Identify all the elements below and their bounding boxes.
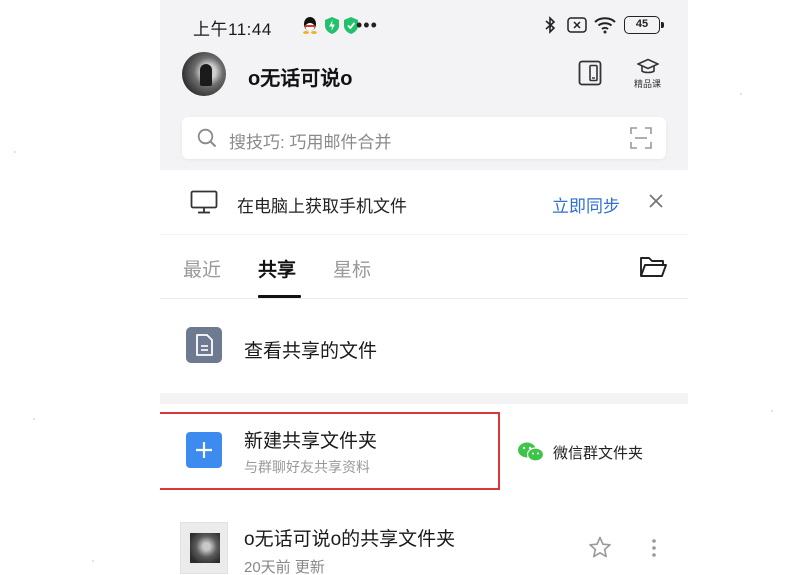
avatar[interactable] <box>182 52 226 96</box>
background-dot <box>740 93 742 95</box>
courses-button[interactable]: 精品课 <box>634 58 661 90</box>
tab-shared[interactable]: 共享 <box>258 255 296 282</box>
sync-banner-text: 在电脑上获取手机文件 <box>237 197 407 216</box>
folder-updated-time: 20天前 更新 <box>244 559 325 575</box>
battery-indicator: 45 <box>624 16 664 34</box>
monitor-icon <box>190 190 218 214</box>
status-bar: 上午11:44 ••• 45 <box>160 0 688 50</box>
tabs-card: 最近 共享 星标 查看共享的文件 <box>160 235 688 393</box>
no-sim-icon <box>567 16 587 34</box>
tablet-mode-button[interactable] <box>578 60 602 86</box>
tab-recent[interactable]: 最近 <box>183 255 221 282</box>
view-shared-files-row[interactable]: 查看共享的文件 <box>160 299 688 393</box>
sync-now-link[interactable]: 立即同步 <box>552 192 620 217</box>
plus-icon[interactable] <box>186 432 222 468</box>
background-dot <box>14 151 16 153</box>
courses-label: 精品课 <box>634 79 662 89</box>
search-icon <box>197 128 217 148</box>
username[interactable]: o无话可说o <box>248 62 352 91</box>
graduation-cap-icon <box>636 58 659 74</box>
folder-name: o无话可说o的共享文件夹 <box>244 529 456 550</box>
background-dot <box>92 560 94 562</box>
search-bar[interactable]: 搜技巧: 巧用邮件合并 <box>182 117 666 159</box>
shield-icon <box>325 16 339 34</box>
star-icon[interactable] <box>588 536 612 559</box>
wifi-icon <box>594 16 616 34</box>
tab-starred[interactable]: 星标 <box>333 255 371 282</box>
view-shared-files-label: 查看共享的文件 <box>244 341 378 362</box>
bluetooth-icon <box>544 16 556 34</box>
sync-banner: 在电脑上获取手机文件 立即同步 <box>160 170 688 234</box>
scan-icon[interactable] <box>630 127 652 149</box>
folder-open-icon[interactable] <box>639 255 667 279</box>
new-shared-folder-title[interactable]: 新建共享文件夹 <box>244 426 377 453</box>
qq-icon <box>302 16 318 34</box>
search-input[interactable]: 搜技巧: 巧用邮件合并 <box>229 128 391 153</box>
background-dot <box>771 410 773 412</box>
new-shared-folder-subtitle: 与群聊好友共享资料 <box>244 459 370 475</box>
background-dot <box>33 418 35 420</box>
wechat-group-folder-label[interactable]: 微信群文件夹 <box>553 442 643 463</box>
list-item[interactable]: o无话可说o的共享文件夹 20天前 更新 <box>160 508 688 575</box>
folder-thumbnail <box>180 522 228 574</box>
more-options-icon[interactable] <box>651 538 657 558</box>
tablet-icon <box>578 60 602 86</box>
close-icon[interactable] <box>647 192 665 210</box>
shared-folders-card: 新建共享文件夹 与群聊好友共享资料 微信群文件夹 o无话可说o的共享文件夹 20… <box>160 404 688 575</box>
phone-screen: 上午11:44 ••• 45 o无话可说o 精品课 搜技巧: 巧用邮件合并 在电… <box>160 0 688 575</box>
wechat-icon[interactable] <box>517 441 545 463</box>
document-icon <box>186 327 222 363</box>
more-notifications-icon: ••• <box>356 15 378 35</box>
app-header: o无话可说o 精品课 <box>160 50 688 100</box>
status-time: 上午11:44 <box>193 20 272 39</box>
